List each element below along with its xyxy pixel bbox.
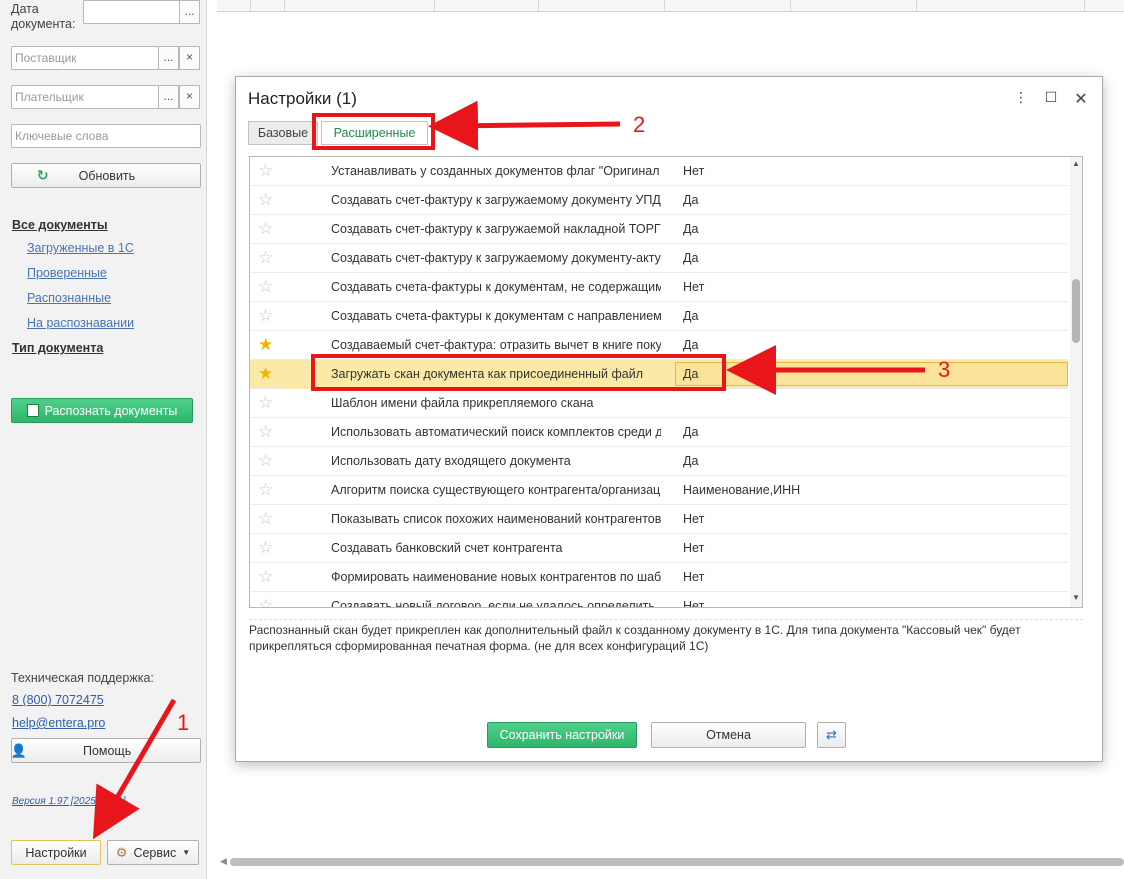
arrow-2 [428, 100, 621, 151]
arrow-1 [92, 698, 177, 840]
annotation-arrows [92, 100, 925, 840]
